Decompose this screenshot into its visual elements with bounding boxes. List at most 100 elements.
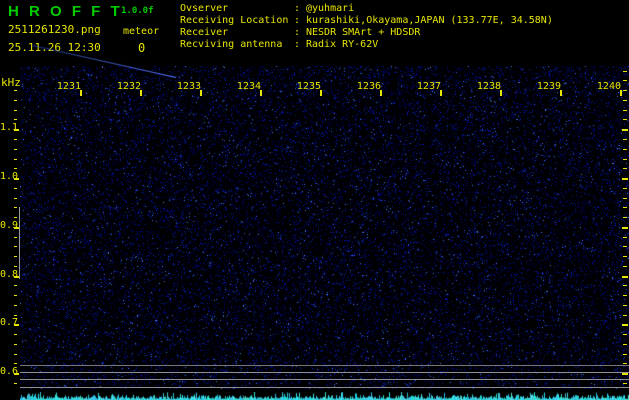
tick-mark	[623, 207, 627, 208]
tick-mark	[623, 100, 627, 101]
tick-mark	[440, 90, 442, 96]
frequency-axis-unit: kHz	[1, 76, 21, 89]
freq-tick-label: 0.6	[0, 367, 14, 377]
tick-mark	[623, 217, 627, 218]
tick-mark	[622, 129, 628, 131]
tick-mark	[14, 373, 19, 375]
app-title: H R O F F T	[8, 3, 123, 20]
freq-tick-label: 0.7	[0, 318, 14, 328]
reference-line	[20, 387, 629, 388]
freq-tick-label: 0.9	[0, 221, 14, 231]
reference-line	[20, 365, 629, 366]
info-value: Radix RY-62V	[306, 39, 553, 51]
tick-mark	[14, 354, 17, 355]
tick-mark	[623, 344, 627, 345]
freq-tick-label: 0.8	[0, 270, 14, 280]
info-colon: :	[294, 15, 306, 27]
info-value: @yuhmari	[306, 3, 553, 15]
tick-mark	[14, 159, 17, 160]
meteor-counter-label: meteor	[123, 26, 159, 37]
tick-mark	[620, 90, 622, 96]
tick-mark	[14, 334, 17, 335]
tick-mark	[14, 168, 17, 169]
info-label: Receiving Location	[180, 15, 294, 27]
tick-mark	[623, 188, 627, 189]
info-label: Ovserver	[180, 3, 294, 15]
tick-mark	[623, 305, 627, 306]
time-tick-label: 1240	[595, 82, 621, 92]
time-tick-label: 1232	[115, 82, 141, 92]
tick-mark	[14, 266, 17, 267]
time-tick-label: 1235	[295, 82, 321, 92]
tick-mark	[14, 90, 17, 91]
info-row-receiver: Receiver : NESDR SMArt + HDSDR	[180, 27, 553, 39]
tick-mark	[140, 90, 142, 96]
tick-mark	[320, 90, 322, 96]
tick-mark	[623, 71, 627, 72]
info-row-location: Receiving Location : kurashiki,Okayama,J…	[180, 15, 553, 27]
signal-level-strip	[20, 392, 629, 400]
info-label: Recviving antenna	[180, 39, 294, 51]
tick-mark	[14, 246, 17, 247]
tick-mark	[14, 139, 17, 140]
tick-mark	[14, 207, 17, 208]
vertical-marker-line	[19, 207, 20, 279]
tick-mark	[200, 90, 202, 96]
output-filename: 2511261230.png	[8, 23, 101, 36]
tick-mark	[380, 90, 382, 96]
tick-mark	[623, 110, 627, 111]
tick-mark	[622, 227, 628, 229]
tick-mark	[623, 159, 627, 160]
time-tick-label: 1231	[55, 82, 81, 92]
freq-tick-label: 1.1	[0, 123, 14, 133]
tick-mark	[623, 237, 627, 238]
tick-mark	[623, 256, 627, 257]
tick-mark	[260, 90, 262, 96]
info-label: Receiver	[180, 27, 294, 39]
tick-mark	[14, 119, 17, 120]
meteor-counter-value: 0	[138, 41, 145, 55]
station-info: Ovserver : @yuhmari Receiving Location :…	[180, 3, 553, 51]
tick-mark	[623, 90, 627, 91]
tick-mark	[623, 285, 627, 286]
hrofft-window: H R O F F T 1.0.0f 2511261230.png meteor…	[0, 0, 629, 400]
tick-mark	[14, 295, 17, 296]
tick-mark	[623, 80, 627, 81]
info-colon: :	[294, 27, 306, 39]
tick-mark	[622, 178, 628, 180]
tick-mark	[500, 90, 502, 96]
tick-mark	[623, 119, 627, 120]
freq-tick-label: 1.0	[0, 172, 14, 182]
tick-mark	[14, 363, 17, 364]
tick-mark	[623, 139, 627, 140]
tick-mark	[14, 324, 19, 326]
tick-mark	[623, 315, 627, 316]
tick-mark	[14, 285, 17, 286]
tick-mark	[14, 344, 17, 345]
tick-mark	[623, 383, 627, 384]
tick-mark	[623, 266, 627, 267]
time-tick-label: 1233	[175, 82, 201, 92]
info-row-antenna: Recviving antenna : Radix RY-62V	[180, 39, 553, 51]
tick-mark	[14, 383, 17, 384]
info-colon: :	[294, 39, 306, 51]
tick-mark	[14, 129, 19, 131]
tick-mark	[560, 90, 562, 96]
time-tick-label: 1234	[235, 82, 261, 92]
tick-mark	[14, 198, 17, 199]
tick-mark	[14, 188, 17, 189]
tick-mark	[14, 237, 17, 238]
tick-mark	[14, 256, 17, 257]
time-tick-label: 1238	[475, 82, 501, 92]
tick-mark	[623, 168, 627, 169]
tick-mark	[14, 110, 17, 111]
spectrogram-noise-canvas	[20, 66, 629, 389]
tick-mark	[623, 198, 627, 199]
datetime-display: 25.11.26 12:30	[8, 41, 101, 54]
tick-mark	[623, 149, 627, 150]
tick-mark	[14, 149, 17, 150]
time-tick-label: 1236	[355, 82, 381, 92]
tick-mark	[14, 217, 17, 218]
info-value: NESDR SMArt + HDSDR	[306, 27, 553, 39]
time-tick-label: 1237	[415, 82, 441, 92]
